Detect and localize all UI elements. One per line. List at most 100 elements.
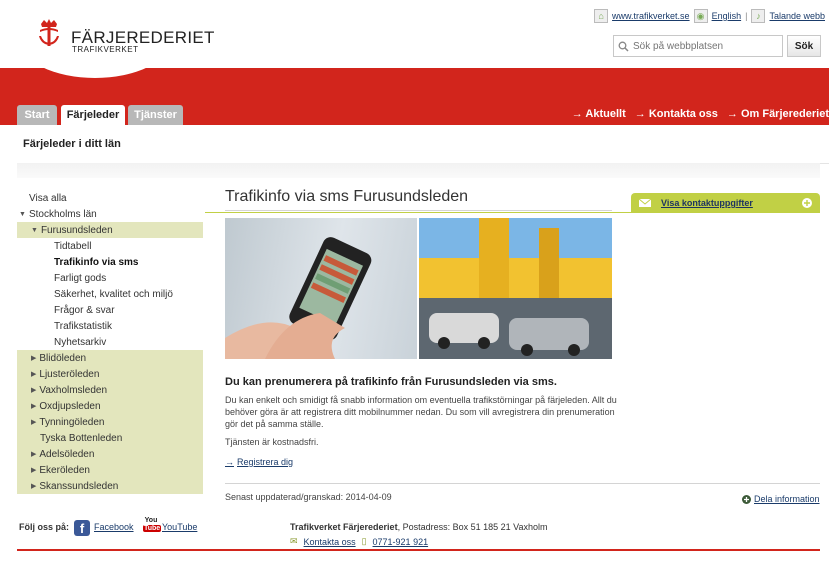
sidebar-item-blidoleden[interactable]: ▶ Blidöleden (17, 350, 203, 366)
content-paragraph: Du kan enkelt och smidigt få snabb infor… (225, 395, 617, 429)
sidebar-item-farligt-gods[interactable]: Farligt gods (17, 270, 203, 286)
share-link-label: Dela information (754, 494, 820, 504)
youtube-icon[interactable]: You Tube (143, 517, 162, 537)
subtitle-bar (17, 125, 829, 164)
sidebar-item-skanssundsleden[interactable]: ▶ Skanssundsleden (17, 478, 203, 494)
sidebar-item-label: Visa alla (29, 192, 67, 204)
sidebar-item-label: Trafikinfo via sms (54, 256, 139, 268)
tab-start[interactable]: Start (17, 105, 57, 125)
divider-band (17, 163, 820, 178)
sidebar-item-label: Oxdjupsleden (39, 400, 101, 412)
contact-toggle-label: Visa kontaktuppgifter (661, 198, 753, 208)
expanded-arrow-icon: ▼ (31, 226, 38, 234)
plus-circle-icon (742, 494, 751, 504)
contact-us-link[interactable]: Kontakta oss (304, 537, 356, 547)
nav-kontakta-label: Kontakta oss (648, 108, 718, 120)
footer-org-name: Trafikverket Färjerederiet (290, 522, 398, 532)
sidebar-item-trafikstatistik[interactable]: Trafikstatistik (17, 318, 203, 334)
sidebar-item-adelsoleden[interactable]: ▶ Adelsöleden (17, 446, 203, 462)
collapsed-arrow-icon: ▶ (31, 387, 37, 394)
last-updated: Senast uppdaterad/granskad: 2014-04-09 (225, 492, 392, 502)
sidebar-item-nyhetsarkiv[interactable]: Nyhetsarkiv (17, 334, 203, 350)
collapsed-arrow-icon: ▶ (31, 467, 37, 474)
sidebar-item-tidtabell[interactable]: Tidtabell (17, 238, 203, 254)
follow-us-label: Följ oss på: (19, 522, 70, 532)
sidebar-item-stockholms-lan[interactable]: ▼ Stockholms län (17, 206, 205, 222)
utility-links: ⌂ www.trafikverket.se ◉ English | ♪ Tala… (594, 9, 825, 23)
envelope-icon: ✉ (290, 536, 298, 546)
page-title: Trafikinfo via sms Furusundsleden (225, 188, 469, 205)
content-heading: Du kan prenumerera på trafikinfo från Fu… (225, 376, 557, 388)
share-link[interactable]: Dela information (742, 494, 820, 504)
sidebar-item-fragor-svar[interactable]: Frågor & svar (17, 302, 203, 318)
sidebar-item-label: Tidtabell (54, 240, 92, 252)
sidebar-item-label: Stockholms län (28, 208, 97, 220)
register-link[interactable]: → Registrera dig (225, 457, 293, 467)
footer-contact-links: ✉ Kontakta oss ▯ 0771-921 921 (290, 536, 428, 547)
collapsed-arrow-icon: ▶ (31, 403, 37, 410)
collapsed-arrow-icon: ▶ (31, 451, 37, 458)
sidebar-item-visa-alla[interactable]: Visa alla (17, 190, 215, 206)
phone-icon: ▯ (361, 536, 367, 546)
collapsed-arrow-icon: ▶ (31, 355, 37, 362)
divider (225, 210, 612, 211)
search-button[interactable]: Sök (787, 35, 821, 57)
footer-postal-address: , Postadress: Box 51 185 21 Vaxholm (397, 522, 548, 532)
nav-kontakta-oss[interactable]: → Kontakta oss (635, 108, 718, 120)
sidebar-item-trafikinfo-sms[interactable]: Trafikinfo via sms (17, 254, 203, 270)
search-input[interactable] (631, 39, 780, 53)
sidebar-item-label: Nyhetsarkiv (54, 336, 107, 348)
sidebar-item-label: Trafikstatistik (54, 320, 112, 332)
sidebar-item-label: Ljusteröleden (39, 368, 100, 380)
tab-farjeleder[interactable]: Färjeleder (61, 105, 125, 125)
divider (225, 483, 820, 484)
footer-divider (17, 549, 820, 551)
register-link-label: Registrera dig (237, 457, 294, 467)
sidebar-item-label: Säkerhet, kvalitet och miljö (54, 288, 173, 300)
sidebar-item-tynningoleden[interactable]: ▶ Tynningöleden (17, 414, 203, 430)
separator: | (745, 11, 748, 21)
plus-circle-icon (802, 198, 812, 208)
sidebar-item-label: Furusundsleden (40, 224, 113, 236)
phone-link[interactable]: 0771-921 921 (373, 537, 429, 547)
nav-aktuellt[interactable]: → Aktuellt (572, 108, 626, 120)
collapsed-arrow-icon: ▶ (31, 419, 37, 426)
facebook-icon[interactable]: f (74, 520, 90, 536)
envelope-icon (639, 199, 651, 207)
sidebar-item-label: Tynningöleden (39, 416, 105, 428)
page-section-title: Färjeleder i ditt län (23, 138, 121, 150)
sidebar-item-label: Frågor & svar (54, 304, 115, 316)
sidebar-item-oxdjupsleden[interactable]: ▶ Oxdjupsleden (17, 398, 203, 414)
nav-om-farjerederiet[interactable]: → Om Färjerederiet (727, 108, 829, 120)
globe-icon: ◉ (693, 9, 708, 23)
sidebar-item-tyska-bottenleden[interactable]: Tyska Bottenleden (17, 430, 203, 446)
sidebar-item-ekeroleden[interactable]: ▶ Ekeröleden (17, 462, 203, 478)
top-nav: → Aktuellt → Kontakta oss → Om Färjerede… (572, 108, 829, 120)
trafikverket-link[interactable]: www.trafikverket.se (612, 11, 690, 21)
sidebar-item-label: Ekeröleden (39, 464, 90, 476)
nav-om-label: Om Färjerederiet (740, 108, 829, 120)
collapsed-arrow-icon: ▶ (31, 483, 37, 490)
contact-toggle[interactable]: Visa kontaktuppgifter (631, 193, 820, 213)
content-paragraph: Tjänsten är kostnadsfri. (225, 437, 319, 447)
collapsed-arrow-icon: ▶ (31, 371, 37, 378)
speaker-icon: ♪ (751, 9, 766, 23)
sidebar-item-label: Adelsöleden (39, 448, 95, 460)
talande-webb-link[interactable]: Talande webb (769, 11, 825, 21)
arrow-right-icon: → (225, 457, 234, 467)
sidebar-item-label: Skanssundsleden (39, 480, 119, 492)
hand-with-phone-image (225, 218, 417, 359)
search-field[interactable] (613, 35, 783, 57)
youtube-link[interactable]: YouTube (162, 522, 197, 532)
sidebar-item-ljusteroleden[interactable]: ▶ Ljusteröleden (17, 366, 203, 382)
expanded-arrow-icon: ▼ (19, 210, 26, 218)
logo-crown-icon[interactable] (37, 18, 61, 48)
english-link[interactable]: English (712, 11, 742, 21)
brand-subtitle: TRAFIKVERKET (72, 45, 139, 54)
sidebar-item-furusundsleden[interactable]: ▼ Furusundsleden (17, 222, 203, 238)
tab-tjanster[interactable]: Tjänster (128, 105, 183, 125)
sidebar-item-label: Blidöleden (39, 352, 87, 364)
sidebar-item-sakerhet[interactable]: Säkerhet, kvalitet och miljö (17, 286, 203, 302)
sidebar-item-vaxholmsleden[interactable]: ▶ Vaxholmsleden (17, 382, 203, 398)
facebook-link[interactable]: Facebook (94, 522, 134, 532)
